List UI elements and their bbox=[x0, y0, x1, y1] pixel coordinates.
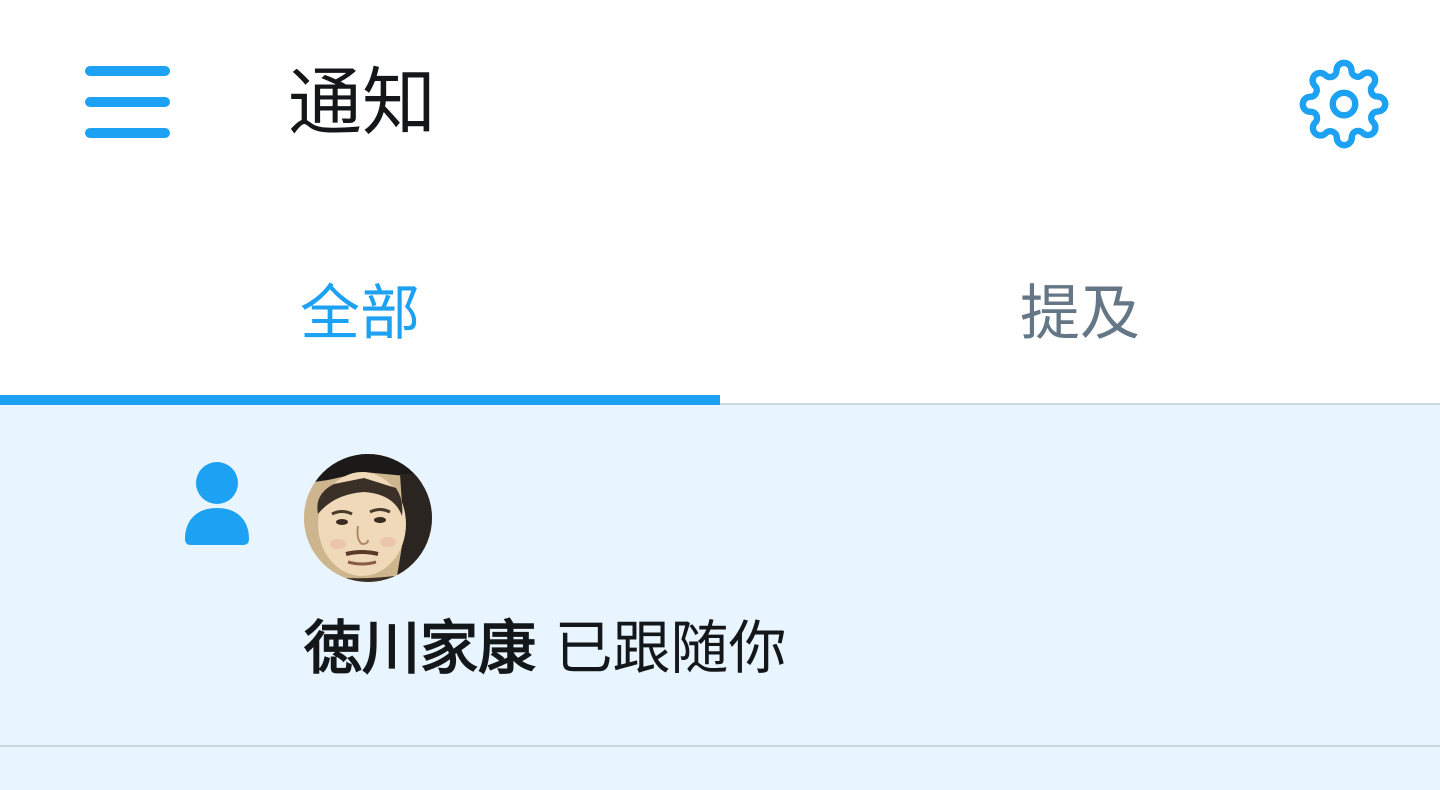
notification-text: 徳川家康 已跟随你 bbox=[304, 611, 786, 685]
menu-button[interactable] bbox=[70, 50, 186, 154]
notification-action: 已跟随你 bbox=[554, 614, 787, 682]
settings-button[interactable] bbox=[1292, 52, 1396, 156]
tab-mentions-label: 提及 bbox=[1020, 278, 1140, 349]
tab-all-label: 全部 bbox=[300, 278, 420, 349]
gear-icon bbox=[1299, 59, 1389, 149]
hamburger-menu-icon bbox=[85, 66, 170, 138]
notification-tabs: 全部 提及 bbox=[0, 205, 1440, 405]
next-notification-item[interactable] bbox=[0, 747, 1440, 790]
user-portrait-image bbox=[304, 454, 432, 582]
tab-mentions[interactable]: 提及 bbox=[720, 205, 1440, 403]
top-app-bar: 通知 bbox=[0, 0, 1440, 205]
page-title: 通知 bbox=[288, 60, 436, 146]
tab-all[interactable]: 全部 bbox=[0, 205, 720, 405]
person-follow-icon bbox=[185, 462, 249, 545]
avatar[interactable] bbox=[304, 454, 432, 582]
user-name-link[interactable]: 徳川家康 bbox=[304, 614, 536, 682]
notification-item[interactable]: 徳川家康 已跟随你 bbox=[0, 405, 1440, 747]
